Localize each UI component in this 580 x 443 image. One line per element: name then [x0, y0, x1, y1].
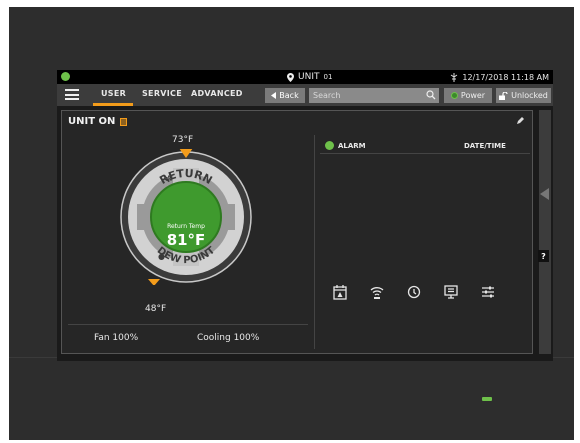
- bottom-pointer-icon: [148, 279, 160, 285]
- droplet-icon: ●: [158, 252, 165, 261]
- search-input[interactable]: [309, 91, 427, 100]
- network-icon: [451, 72, 458, 82]
- alarm-header-label: ALARM: [338, 141, 366, 150]
- help-button[interactable]: ?: [538, 250, 549, 262]
- unit-number: 01: [323, 73, 333, 81]
- power-icon: [450, 92, 458, 99]
- power-label: Power: [460, 91, 486, 100]
- unit-status-title: UNIT ON: [68, 116, 128, 127]
- unlock-button[interactable]: Unlocked: [496, 88, 551, 103]
- search-box[interactable]: [309, 88, 439, 103]
- fan-status: Fan 100%: [94, 333, 139, 343]
- status-led: [482, 397, 492, 401]
- alarm-status-dot: [325, 141, 334, 150]
- datetime-display: 12/17/2018 11:18 AM: [450, 71, 549, 83]
- power-button[interactable]: Power: [444, 88, 492, 103]
- quick-action-icons: [332, 284, 512, 304]
- hamburger-icon[interactable]: [65, 89, 79, 100]
- return-setpoint: 73°F: [172, 135, 194, 145]
- unit-panel: UNIT ON 73°F RETURN DEW POINT ✼ ● Return…: [61, 110, 533, 354]
- back-label: Back: [279, 91, 299, 100]
- unit-title: UNIT 01: [287, 71, 332, 83]
- nav-bar: USER SERVICE ADVANCED Back Power Unlocke…: [57, 84, 553, 106]
- unlock-label: Unlocked: [511, 91, 548, 100]
- history-icon[interactable]: [406, 284, 422, 300]
- system-status-dot: [61, 72, 70, 81]
- datetime-column-header: DATE/TIME: [464, 142, 506, 150]
- device-housing: UNIT 01 12/17/2018 11:18 AM USER SERVICE…: [9, 7, 574, 440]
- tab-service[interactable]: SERVICE: [142, 89, 182, 98]
- status-divider: [68, 324, 308, 325]
- cooling-status: Cooling 100%: [197, 333, 260, 343]
- back-button[interactable]: Back: [265, 88, 305, 103]
- tab-advanced[interactable]: ADVANCED: [191, 89, 243, 98]
- panel-divider: [314, 135, 315, 349]
- datetime-text: 12/17/2018 11:18 AM: [462, 72, 549, 82]
- display-icon[interactable]: [443, 284, 459, 300]
- unit-title-label: UNIT: [298, 72, 320, 82]
- unlock-icon: [499, 91, 508, 100]
- return-temp-label: Return Temp: [167, 223, 205, 230]
- scroll-up-arrow-icon[interactable]: [540, 188, 549, 200]
- alarm-header: ALARM: [325, 141, 366, 150]
- pencil-icon[interactable]: [516, 117, 524, 125]
- return-temp-value: 81°F: [166, 231, 206, 249]
- wireless-icon[interactable]: [369, 284, 385, 300]
- touch-screen: UNIT 01 12/17/2018 11:18 AM USER SERVICE…: [57, 70, 553, 361]
- status-bar: UNIT 01 12/17/2018 11:18 AM: [57, 70, 553, 84]
- back-arrow-icon: [271, 92, 277, 99]
- tab-user[interactable]: USER: [101, 89, 126, 98]
- active-tab-indicator: [93, 103, 133, 106]
- calendar-alarm-icon[interactable]: [332, 284, 348, 300]
- temperature-gauge[interactable]: RETURN DEW POINT ✼ ●: [118, 149, 254, 285]
- unit-status-label: UNIT ON: [68, 116, 116, 127]
- alarm-header-divider: [320, 153, 530, 154]
- sliders-icon[interactable]: [480, 284, 496, 300]
- unit-list-icon: [120, 117, 128, 126]
- search-icon[interactable]: [426, 90, 436, 100]
- snowflake-icon: ✼: [165, 175, 173, 185]
- location-pin-icon: [287, 72, 294, 82]
- dewpoint-setpoint: 48°F: [145, 304, 167, 314]
- side-scroll-strip[interactable]: [539, 110, 551, 354]
